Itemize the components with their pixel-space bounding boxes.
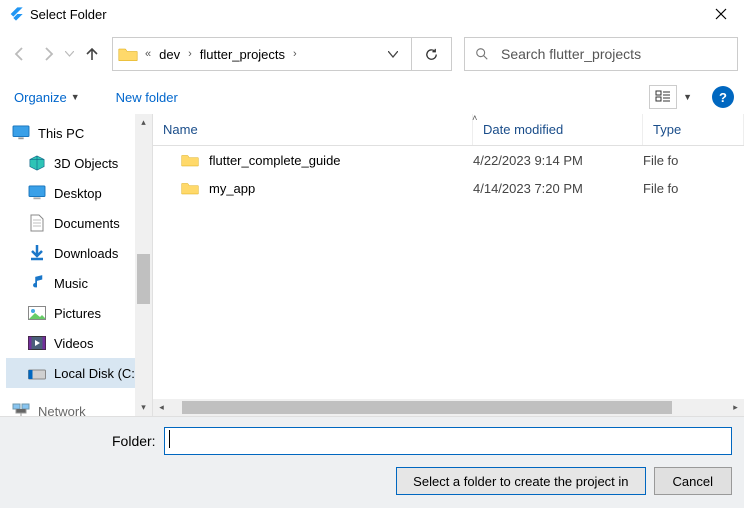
folder-icon (181, 180, 199, 196)
chevron-right-icon[interactable]: › (289, 48, 301, 60)
breadcrumb-ellipsis[interactable]: « (141, 48, 155, 60)
breadcrumb-dev[interactable]: dev (155, 47, 184, 62)
sidebar-item-network[interactable]: Network (6, 396, 152, 416)
refresh-button[interactable] (412, 37, 452, 71)
network-icon (12, 402, 30, 416)
sidebar-scrollbar[interactable]: ▴ ▾ (135, 114, 152, 416)
sidebar-item-videos[interactable]: Videos (6, 328, 152, 358)
monitor-icon (12, 124, 30, 142)
folder-icon (117, 43, 139, 65)
column-header-type[interactable]: Type (643, 114, 744, 145)
column-headers: Name Date modified Type (153, 114, 744, 146)
chevron-down-icon[interactable]: ▼ (683, 92, 692, 102)
music-icon (28, 274, 46, 292)
close-button[interactable] (706, 0, 736, 28)
window-title: Select Folder (30, 7, 107, 22)
folder-label: Folder: (112, 433, 156, 449)
up-button[interactable] (78, 40, 106, 68)
sidebar-item-downloads[interactable]: Downloads (6, 238, 152, 268)
folder-row[interactable]: flutter_complete_guide 4/22/2023 9:14 PM… (153, 146, 744, 174)
help-button[interactable]: ? (712, 86, 734, 108)
sidebar-item-music[interactable]: Music (6, 268, 152, 298)
pictures-icon (28, 304, 46, 322)
view-options-button[interactable] (649, 85, 677, 109)
folder-type: File fo (643, 181, 744, 196)
desktop-icon (28, 184, 46, 202)
sidebar-item-local-disk-c[interactable]: Local Disk (C:) (6, 358, 152, 388)
recent-dropdown-icon[interactable] (62, 51, 76, 57)
sidebar-item-desktop[interactable]: Desktop (6, 178, 152, 208)
scroll-thumb[interactable] (137, 254, 150, 304)
scroll-left-icon[interactable]: ◂ (153, 399, 170, 416)
app-icon (8, 6, 24, 22)
sort-indicator-icon: ˄ (472, 113, 477, 123)
back-button (6, 40, 34, 68)
cube-icon (28, 154, 46, 172)
search-icon (475, 47, 489, 61)
downloads-icon (28, 244, 46, 262)
scroll-up-icon[interactable]: ▴ (135, 114, 152, 131)
column-header-name[interactable]: Name (153, 114, 473, 145)
folder-icon (181, 152, 199, 168)
videos-icon (28, 334, 46, 352)
sidebar-item-this-pc[interactable]: This PC (6, 118, 152, 148)
document-icon (28, 214, 46, 232)
folder-date: 4/14/2023 7:20 PM (473, 181, 643, 196)
cancel-button[interactable]: Cancel (654, 467, 732, 495)
chevron-right-icon[interactable]: › (184, 48, 196, 60)
horizontal-scrollbar[interactable]: ◂ ▸ (153, 399, 744, 416)
sidebar-item-documents[interactable]: Documents (6, 208, 152, 238)
address-bar[interactable]: « dev › flutter_projects › (112, 37, 412, 71)
sidebar-item-pictures[interactable]: Pictures (6, 298, 152, 328)
chevron-down-icon: ▼ (71, 92, 80, 102)
column-header-date[interactable]: Date modified (473, 114, 643, 145)
new-folder-button[interactable]: New folder (112, 86, 182, 109)
select-folder-button[interactable]: Select a folder to create the project in (396, 467, 645, 495)
folder-date: 4/22/2023 9:14 PM (473, 153, 643, 168)
folder-name: flutter_complete_guide (209, 153, 341, 168)
search-placeholder: Search flutter_projects (501, 46, 641, 62)
folder-name: my_app (209, 181, 255, 196)
scroll-thumb[interactable] (182, 401, 672, 414)
search-input[interactable]: Search flutter_projects (464, 37, 738, 71)
breadcrumb-flutter-projects[interactable]: flutter_projects (196, 47, 289, 62)
forward-button (34, 40, 62, 68)
folder-type: File fo (643, 153, 744, 168)
folder-name-input[interactable] (164, 427, 732, 455)
sidebar-item-3d-objects[interactable]: 3D Objects (6, 148, 152, 178)
address-dropdown-icon[interactable] (379, 38, 407, 70)
folder-row[interactable]: my_app 4/14/2023 7:20 PM File fo (153, 174, 744, 202)
scroll-down-icon[interactable]: ▾ (135, 399, 152, 416)
organize-button[interactable]: Organize▼ (10, 86, 84, 109)
sidebar: This PC 3D Objects Desktop Documents Dow… (0, 114, 152, 416)
scroll-right-icon[interactable]: ▸ (727, 399, 744, 416)
drive-icon (28, 364, 46, 382)
